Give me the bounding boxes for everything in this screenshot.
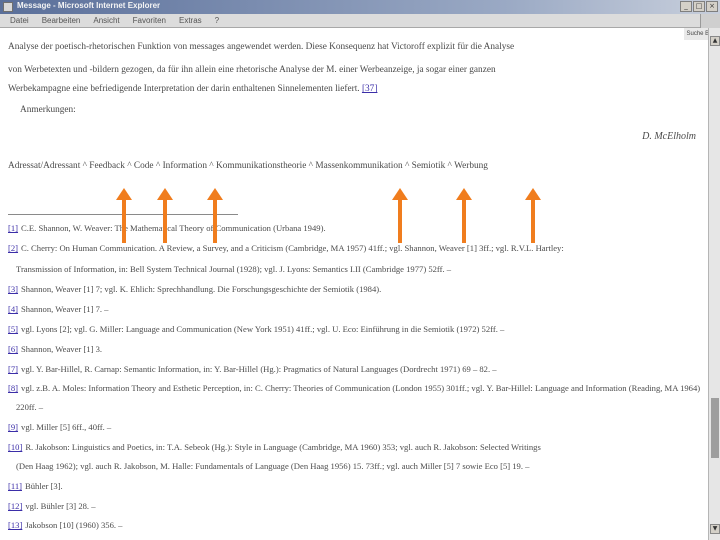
- footnote-link-10[interactable]: [10]: [8, 442, 22, 452]
- annotation-arrow-massenkommunikation: [392, 188, 408, 243]
- footnote-link-11[interactable]: [11]: [8, 481, 22, 491]
- menu-help[interactable]: ?: [215, 16, 219, 25]
- footnote-text: vgl. Bühler [3] 28. –: [25, 501, 96, 511]
- footnote-link-3[interactable]: [3]: [8, 284, 18, 294]
- vertical-scrollbar[interactable]: ▲ ▼: [708, 28, 720, 540]
- scroll-down-arrow-icon[interactable]: ▼: [710, 524, 720, 534]
- footnote-link-7[interactable]: [7]: [8, 364, 18, 374]
- footnote-text: Bühler [3].: [25, 481, 63, 491]
- anmerkungen-label: Anmerkungen:: [20, 105, 76, 115]
- annotation-arrow-feedback: [116, 188, 132, 243]
- footnote-2: [2] C. Cherry: On Human Communication. A …: [8, 243, 564, 253]
- footnote-link-2[interactable]: [2]: [8, 243, 18, 253]
- footnote-link-5[interactable]: [5]: [8, 324, 18, 334]
- footnote-link-6[interactable]: [6]: [8, 344, 18, 354]
- annotation-arrow-semiotik: [456, 188, 472, 243]
- menu-ansicht[interactable]: Ansicht: [93, 16, 119, 25]
- footnote-text: vgl. z.B. A. Moles: Information Theory a…: [21, 383, 701, 393]
- body-text-line-3-text: Werbekampagne eine befriedigende Interpr…: [8, 84, 360, 94]
- footnote-9: [9] vgl. Miller [5] 6ff., 40ff. –: [8, 422, 111, 432]
- footnote-link-4[interactable]: [4]: [8, 304, 18, 314]
- body-text-line-2: von Werbetexten und -bildern gezogen, da…: [8, 65, 496, 75]
- footnote-8-continued: 220ff. –: [16, 402, 44, 412]
- windows-logo-icon: [700, 14, 720, 28]
- annotation-arrow-code: [157, 188, 173, 243]
- menu-bar: Datei Bearbeiten Ansicht Favoriten Extra…: [0, 14, 720, 28]
- footnote-link-9[interactable]: [9]: [8, 422, 18, 432]
- footnote-3: [3] Shannon, Weaver [1] 7; vgl. K. Ehlich…: [8, 284, 381, 294]
- ie-app-icon[interactable]: [3, 2, 13, 12]
- menu-datei[interactable]: Datei: [10, 16, 29, 25]
- footnote-text: vgl. Y. Bar-Hillel, R. Carnap: Semantic …: [21, 364, 497, 374]
- footnote-text: Shannon, Weaver [1] 7; vgl. K. Ehlich: S…: [21, 284, 382, 294]
- body-text-line-1: Analyse der poetisch-rhetorischen Funkti…: [8, 42, 515, 52]
- see-also-links[interactable]: Adressat/Adressant ^ Feedback ^ Code ^ I…: [8, 161, 488, 171]
- footnote-10: [10] R. Jakobson: Linguistics and Poetics…: [8, 442, 541, 452]
- annotation-arrow-werbung: [525, 188, 541, 243]
- footnote-text: C. Cherry: On Human Communication. A Rev…: [21, 243, 564, 253]
- menu-bearbeiten[interactable]: Bearbeiten: [42, 16, 81, 25]
- footnote-11: [11] Bühler [3].: [8, 481, 63, 491]
- window-controls: _ □ ×: [680, 1, 718, 12]
- close-button[interactable]: ×: [706, 1, 718, 12]
- footnote-text: R. Jakobson: Linguistics and Poetics, in…: [25, 442, 541, 452]
- menu-favoriten[interactable]: Favoriten: [133, 16, 166, 25]
- footnote-6: [6] Shannon, Weaver [1] 3.: [8, 344, 102, 354]
- maximize-button[interactable]: □: [693, 1, 705, 12]
- scroll-thumb[interactable]: [711, 398, 719, 458]
- footnote-text: vgl. Lyons [2]; vgl. G. Miller: Language…: [21, 324, 505, 334]
- footnote-text: C.E. Shannon, W. Weaver: The Mathematica…: [21, 223, 326, 233]
- footnote-link-1[interactable]: [1]: [8, 223, 18, 233]
- footnote-link-13[interactable]: [13]: [8, 520, 22, 530]
- scroll-up-arrow-icon[interactable]: ▲: [710, 36, 720, 46]
- footnote-10-continued: (Den Haag 1962); vgl. auch R. Jakobson, …: [16, 461, 530, 471]
- footnote-13: [13] Jakobson [10] (1960) 356. –: [8, 520, 122, 530]
- footnote-text: vgl. Miller [5] 6ff., 40ff. –: [21, 422, 112, 432]
- footnote-ref-37[interactable]: [37]: [362, 84, 378, 94]
- menu-extras[interactable]: Extras: [179, 16, 202, 25]
- author-signature: D. McElholm: [642, 131, 696, 142]
- footnote-4: [4] Shannon, Weaver [1] 7. –: [8, 304, 108, 314]
- body-text-line-3: Werbekampagne eine befriedigende Interpr…: [8, 84, 377, 94]
- footnote-text: Shannon, Weaver [1] 7. –: [21, 304, 109, 314]
- footnote-12: [12] vgl. Bühler [3] 28. –: [8, 501, 96, 511]
- footnote-7: [7] vgl. Y. Bar-Hillel, R. Carnap: Semant…: [8, 364, 497, 374]
- footnote-link-12[interactable]: [12]: [8, 501, 22, 511]
- footnote-link-8[interactable]: [8]: [8, 383, 18, 393]
- footnote-text: Jakobson [10] (1960) 356. –: [25, 520, 123, 530]
- title-bar: Message - Microsoft Internet Explorer _ …: [0, 0, 720, 14]
- footnote-5: [5] vgl. Lyons [2]; vgl. G. Miller: Langu…: [8, 324, 504, 334]
- page-content: Analyse der poetisch-rhetorischen Funkti…: [0, 28, 708, 540]
- minimize-button[interactable]: _: [680, 1, 692, 12]
- footnote-8: [8] vgl. z.B. A. Moles: Information Theor…: [8, 383, 700, 393]
- window-title: Message - Microsoft Internet Explorer: [17, 1, 161, 10]
- annotation-arrow-information: [207, 188, 223, 243]
- footnote-text: Shannon, Weaver [1] 3.: [21, 344, 103, 354]
- footnote-2-continued: Transmission of Information, in: Bell Sy…: [16, 264, 452, 274]
